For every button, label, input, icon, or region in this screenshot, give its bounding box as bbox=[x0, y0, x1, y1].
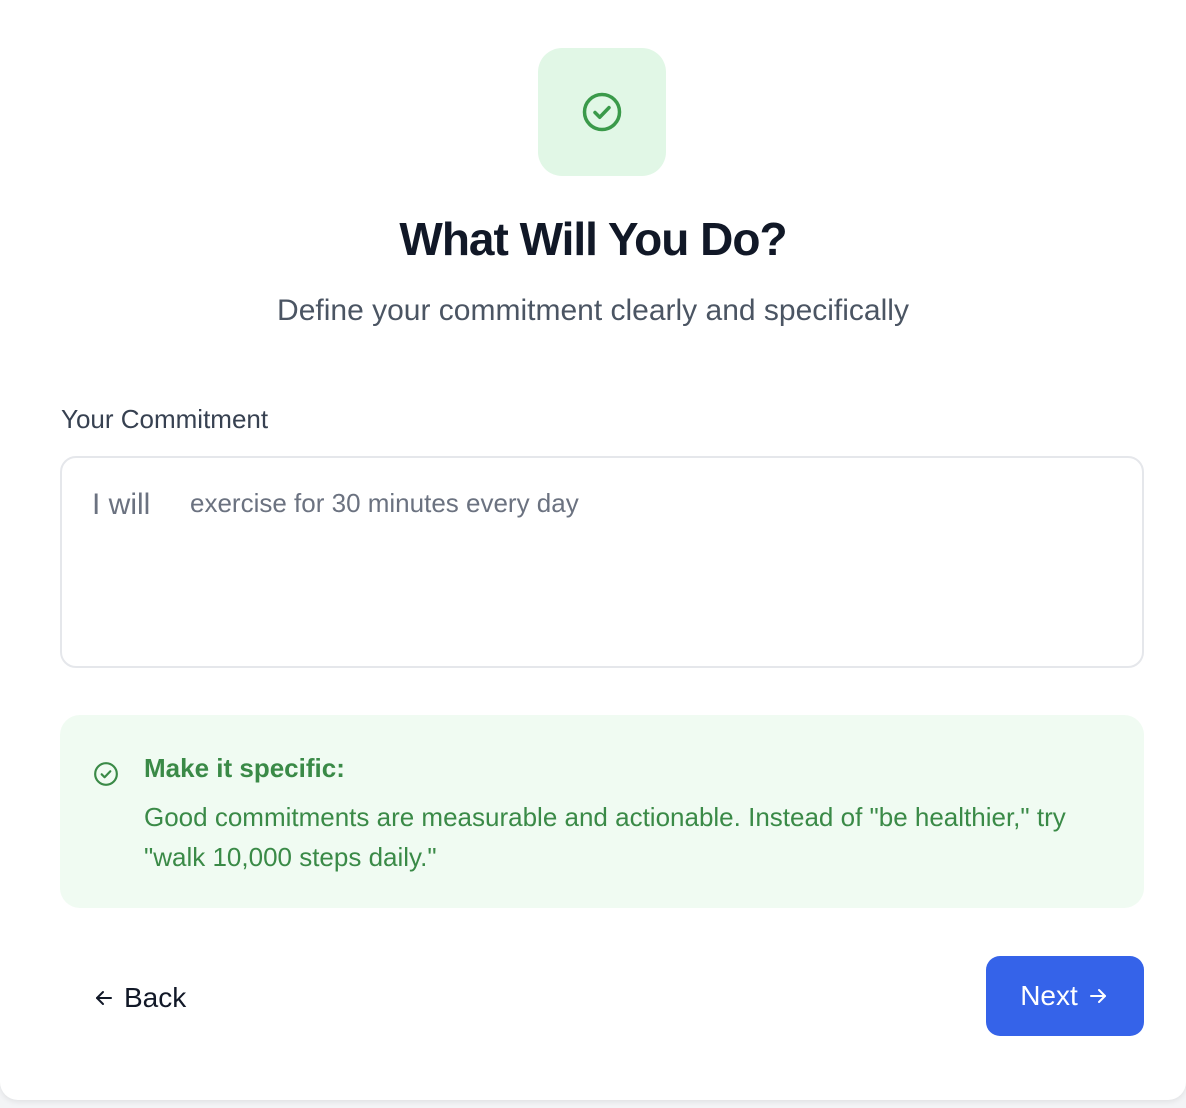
tip-callout: Make it specific: Good commitments are m… bbox=[60, 715, 1144, 908]
next-button[interactable]: Next bbox=[986, 956, 1144, 1036]
page-title: What Will You Do? bbox=[399, 213, 787, 265]
commitment-input[interactable]: I will exercise for 30 minutes every day bbox=[60, 456, 1144, 668]
tip-body: Good commitments are measurable and acti… bbox=[144, 802, 1066, 872]
commitment-value[interactable]: exercise for 30 minutes every day bbox=[190, 488, 579, 519]
back-button[interactable]: Back bbox=[92, 978, 186, 1018]
back-button-label: Back bbox=[124, 982, 187, 1013]
next-button-label: Next bbox=[1020, 980, 1078, 1011]
tip-title: Make it specific: bbox=[144, 753, 345, 783]
page-subtitle: Define your commitment clearly and speci… bbox=[277, 294, 909, 327]
check-circle-icon bbox=[581, 91, 623, 133]
hero-icon-container bbox=[538, 48, 666, 176]
commitment-prefix: I will bbox=[92, 488, 151, 521]
commitment-card: What Will You Do? Define your commitment… bbox=[0, 0, 1186, 1100]
arrow-left-icon bbox=[92, 986, 116, 1010]
commitment-label: Your Commitment bbox=[61, 404, 269, 434]
check-circle-icon bbox=[93, 761, 119, 787]
arrow-right-icon bbox=[1086, 984, 1110, 1008]
